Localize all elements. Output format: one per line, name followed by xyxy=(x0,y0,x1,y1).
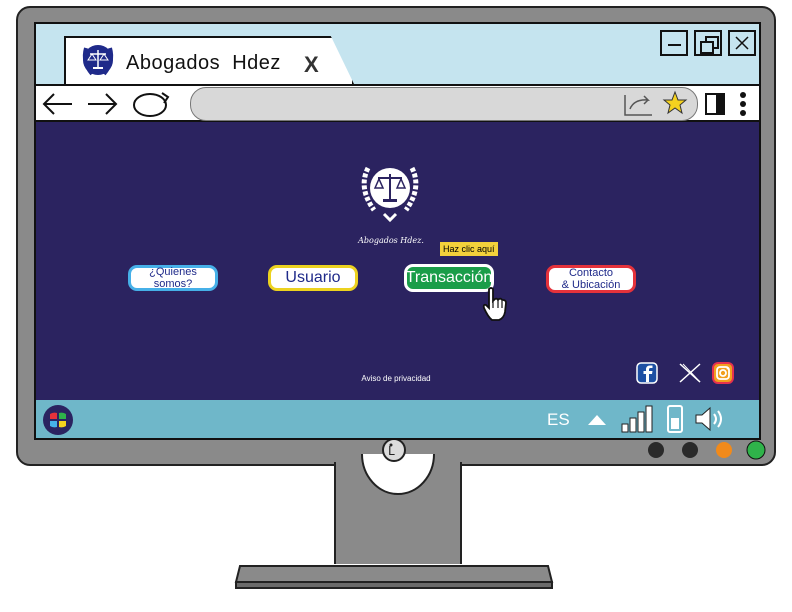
start-menu-icon[interactable] xyxy=(42,404,74,436)
indicator-light-dark-1 xyxy=(648,442,664,458)
screen: Abogados Hdez X Abogados Hdez. Haz clic … xyxy=(34,22,761,440)
instagram-icon[interactable] xyxy=(712,362,734,384)
battery-icon[interactable] xyxy=(666,404,684,434)
browser-toolbar xyxy=(36,84,759,122)
law-firm-logo-icon xyxy=(361,166,419,223)
facebook-icon[interactable] xyxy=(636,362,658,384)
tab-strip: Abogados Hdez X xyxy=(36,24,759,84)
x-icon[interactable] xyxy=(678,362,702,384)
web-page: Abogados Hdez. Haz clic aquí ¿Quienes so… xyxy=(36,122,759,400)
kebab-menu-icon[interactable] xyxy=(736,90,750,118)
tab-favicon-icon xyxy=(82,45,114,76)
minimize-icon[interactable] xyxy=(660,30,688,56)
close-window-icon[interactable] xyxy=(728,30,756,56)
language-indicator[interactable]: ES xyxy=(547,410,570,430)
contacto-label-line2: & Ubicación xyxy=(561,279,621,291)
contacto-ubicacion-button[interactable]: Contacto & Ubicación xyxy=(546,265,636,293)
reload-icon[interactable] xyxy=(128,89,174,119)
tooltip: Haz clic aquí xyxy=(440,242,498,256)
forward-arrow-icon[interactable] xyxy=(84,90,120,118)
sidebar-icon[interactable] xyxy=(704,91,728,117)
indicator-lights xyxy=(648,440,766,460)
share-icon[interactable] xyxy=(622,91,656,117)
indicator-light-green xyxy=(746,440,766,460)
indicator-light-dark-2 xyxy=(682,442,698,458)
power-logo-icon[interactable]: L xyxy=(378,436,410,464)
taskbar: ES xyxy=(36,400,759,438)
up-arrow-icon[interactable] xyxy=(586,412,608,428)
tab-title: Abogados Hdez xyxy=(126,52,281,74)
back-arrow-icon[interactable] xyxy=(40,90,76,118)
contacto-label-line1: Contacto xyxy=(568,267,614,279)
privacy-link[interactable]: Aviso de privacidad xyxy=(336,374,456,383)
usuario-button[interactable]: Usuario xyxy=(268,265,358,291)
quienes-somos-button[interactable]: ¿Quienes somos? xyxy=(128,265,218,291)
hand-cursor-icon xyxy=(482,287,507,321)
volume-icon[interactable] xyxy=(694,406,728,432)
monitor-stand-base xyxy=(234,565,554,589)
indicator-light-orange xyxy=(716,442,732,458)
restore-icon[interactable] xyxy=(694,30,722,56)
star-icon[interactable] xyxy=(662,90,688,116)
signal-icon[interactable] xyxy=(620,404,656,434)
tab-close-icon[interactable]: X xyxy=(304,52,319,78)
logo-caption: Abogados Hdez. xyxy=(358,236,424,245)
